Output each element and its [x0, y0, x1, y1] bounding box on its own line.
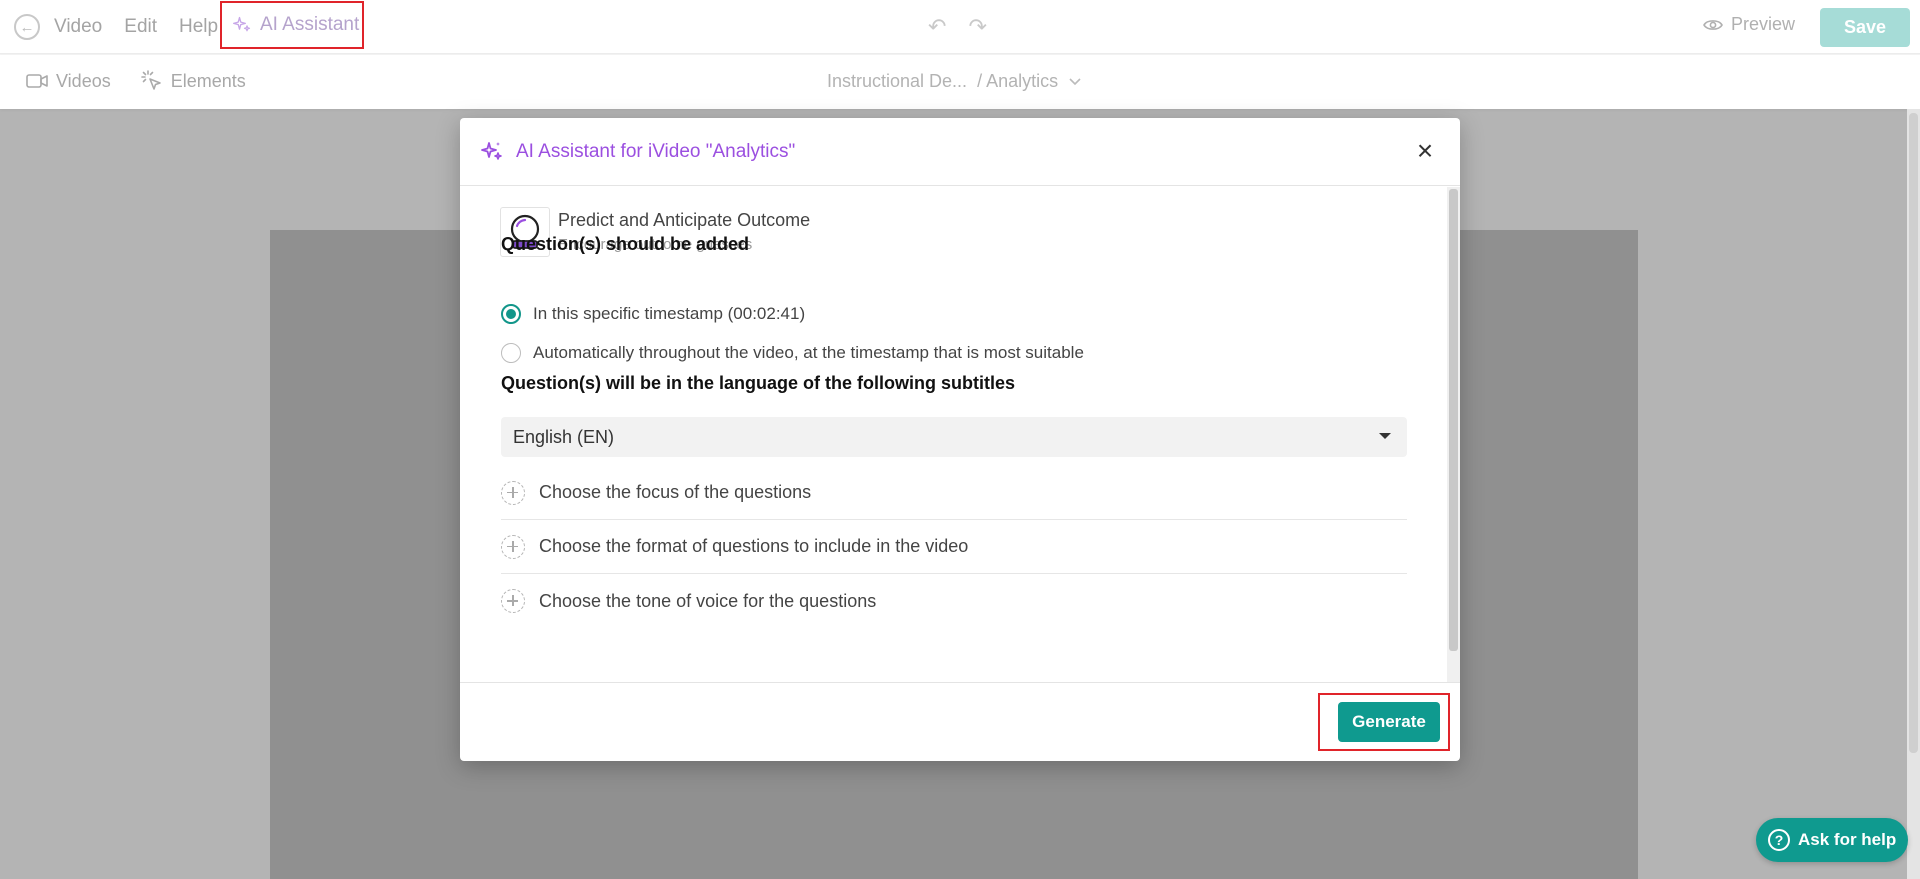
redo-icon[interactable]: ↷: [968, 14, 986, 40]
dialog-body: Predict and Anticipate Outcome Encourage…: [460, 187, 1460, 682]
menu-edit[interactable]: Edit: [124, 12, 157, 42]
ai-assistant-label: AI Assistant: [260, 14, 360, 35]
ask-for-help-label: Ask for help: [1798, 830, 1897, 849]
tab-videos[interactable]: Videos: [26, 71, 111, 92]
page-scrollbar[interactable]: [1907, 109, 1920, 879]
menu-video[interactable]: Video: [54, 12, 102, 42]
tab-elements-label: Elements: [170, 70, 246, 91]
top-bar: ← Video Edit Help AI Assistant ↶ ↷ Previ…: [0, 0, 1920, 54]
ask-for-help-button[interactable]: ? Ask for help: [1756, 818, 1908, 862]
editor-tabs: Videos Elements: [26, 70, 246, 92]
cursor-click-icon: [140, 70, 161, 90]
eye-icon: [1703, 19, 1723, 30]
language-title: Question(s) will be in the language of t…: [501, 373, 1016, 393]
video-camera-icon: [26, 74, 48, 88]
option-format[interactable]: Choose the format of questions to includ…: [501, 520, 1407, 574]
plus-circle-icon: [501, 480, 525, 505]
preview-button[interactable]: Preview: [1703, 14, 1795, 35]
preview-label: Preview: [1731, 14, 1796, 34]
generate-button[interactable]: Generate: [1338, 702, 1440, 742]
radio-timestamp[interactable]: [501, 304, 521, 324]
language-select-value: English (EN): [513, 426, 615, 447]
dialog-header: AI Assistant for iVideo "Analytics" ×: [460, 118, 1460, 186]
radio-auto[interactable]: [501, 343, 521, 363]
chevron-down-icon[interactable]: [1068, 77, 1082, 87]
caret-down-icon: [1379, 433, 1391, 439]
tab-videos-label: Videos: [56, 70, 111, 91]
strategy-name: Predict and Anticipate Outcome: [558, 210, 811, 230]
menu-help[interactable]: Help: [179, 12, 218, 42]
option-tone-label: Choose the tone of voice for the questio…: [539, 590, 877, 611]
option-focus-label: Choose the focus of the questions: [539, 482, 812, 502]
dialog-scrollbar[interactable]: [1447, 187, 1460, 682]
dialog-scrollbar-thumb[interactable]: [1449, 189, 1458, 651]
tab-elements[interactable]: Elements: [140, 70, 246, 92]
ai-assistant-dialog: AI Assistant for iVideo "Analytics" × Pr…: [460, 118, 1460, 761]
option-tone[interactable]: Choose the tone of voice for the questio…: [501, 574, 1407, 628]
undo-icon[interactable]: ↶: [928, 14, 946, 40]
placement-title: Question(s) should be added: [501, 234, 750, 254]
language-select[interactable]: English (EN): [501, 417, 1407, 457]
placement-option-auto[interactable]: Automatically throughout the video, at t…: [501, 343, 1084, 363]
close-button[interactable]: ×: [1412, 137, 1438, 165]
placement-option-timestamp-label: In this specific timestamp (00:02:41): [533, 304, 806, 323]
plus-circle-icon: [501, 589, 525, 613]
placement-option-timestamp[interactable]: In this specific timestamp (00:02:41): [501, 304, 805, 324]
close-icon: ×: [1416, 135, 1434, 166]
placement-option-auto-label: Automatically throughout the video, at t…: [533, 343, 1084, 362]
breadcrumb[interactable]: Instructional De... / Analytics: [827, 71, 1082, 92]
sparkle-icon: [481, 141, 502, 160]
sparkle-icon: [233, 16, 251, 32]
menu-ai-assistant[interactable]: AI Assistant: [220, 1, 364, 49]
breadcrumb-current: / Analytics: [977, 71, 1059, 91]
editor-toolbar: Videos Elements Instructional De... / An…: [0, 55, 1920, 109]
history-controls: ↶ ↷: [928, 14, 987, 40]
plus-circle-icon: [501, 534, 525, 559]
main-menu: ← Video Edit Help: [14, 12, 240, 42]
dialog-footer: Generate: [460, 682, 1460, 761]
option-focus[interactable]: Choose the focus of the questions: [501, 466, 1407, 520]
back-icon[interactable]: ←: [14, 14, 40, 40]
save-button[interactable]: Save: [1820, 8, 1910, 47]
dialog-title: AI Assistant for iVideo "Analytics": [516, 140, 796, 162]
page-scrollbar-thumb[interactable]: [1909, 113, 1918, 753]
question-circle-icon: ?: [1768, 829, 1790, 851]
option-format-label: Choose the format of questions to includ…: [539, 536, 969, 556]
breadcrumb-parent[interactable]: Instructional De...: [827, 71, 967, 92]
